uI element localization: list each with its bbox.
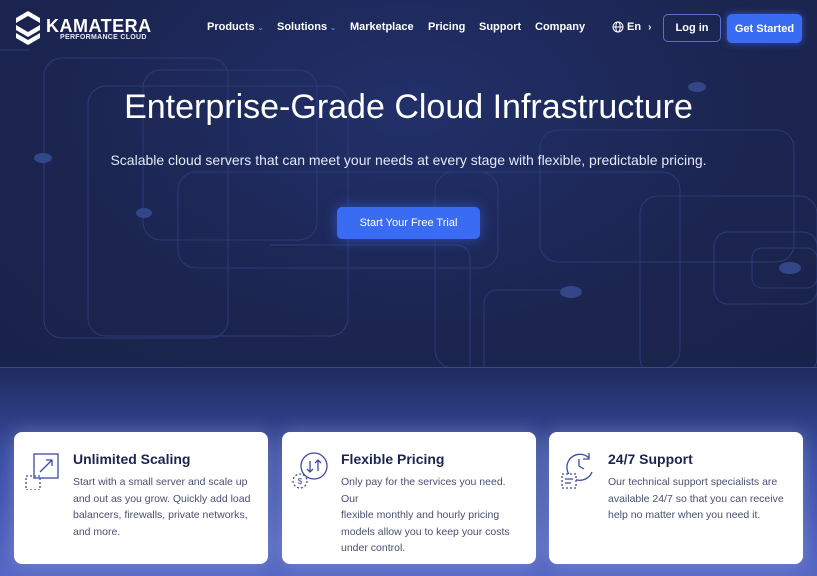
logo-name: KAMATERA: [46, 15, 152, 36]
chevron-right-icon: ›: [648, 21, 652, 33]
login-button[interactable]: Log in: [663, 14, 721, 42]
logo-mark-icon: [16, 11, 40, 45]
chevron-down-icon: ⌄: [330, 25, 336, 32]
background-circuit-lines: [0, 49, 817, 367]
nav-support[interactable]: Support: [479, 21, 521, 33]
start-free-trial-button[interactable]: Start Your Free Trial: [337, 207, 480, 239]
nav-products-label: Products: [207, 21, 255, 33]
nav-company[interactable]: Company: [535, 21, 585, 33]
language-label: En: [627, 21, 642, 33]
feature-card-pricing: $ Flexible Pricing Only pay for the serv…: [282, 432, 536, 564]
feature-description: Only pay for the services you need. Our …: [341, 476, 510, 554]
language-selector[interactable]: En ›: [612, 21, 651, 33]
nav-pricing[interactable]: Pricing: [428, 21, 465, 33]
scaling-icon: [25, 453, 59, 490]
feature-description: Our technical support specialists are av…: [608, 476, 784, 521]
hero-title: Enterprise-Grade Cloud Infrastructure: [124, 88, 693, 126]
hero-section: [0, 0, 817, 368]
logo-tagline: PERFORMANCE CLOUD: [60, 33, 147, 41]
feature-card-support: 24/7 Support Our technical support speci…: [549, 432, 803, 564]
hero-subtitle: Scalable cloud servers that can meet you…: [110, 152, 707, 168]
logo[interactable]: KAMATERA PERFORMANCE CLOUD: [16, 11, 152, 45]
globe-icon: [612, 21, 624, 33]
feature-description: Start with a small server and scale up a…: [73, 476, 251, 538]
feature-card-scaling: Unlimited Scaling Start with a small ser…: [14, 432, 268, 564]
nav-products[interactable]: Products ⌄: [207, 21, 264, 33]
feature-title: 24/7 Support: [608, 451, 693, 467]
chevron-down-icon: ⌄: [257, 25, 264, 32]
nav-solutions-label: Solutions: [277, 21, 328, 33]
pricing-icon: $: [292, 452, 328, 489]
support-icon: [561, 453, 593, 489]
svg-text:$: $: [298, 477, 303, 486]
nav-solutions[interactable]: Solutions ⌄: [277, 21, 336, 33]
nav-marketplace[interactable]: Marketplace: [350, 21, 414, 33]
feature-title: Flexible Pricing: [341, 451, 445, 467]
feature-title: Unlimited Scaling: [73, 451, 191, 467]
get-started-button[interactable]: Get Started: [727, 14, 802, 43]
